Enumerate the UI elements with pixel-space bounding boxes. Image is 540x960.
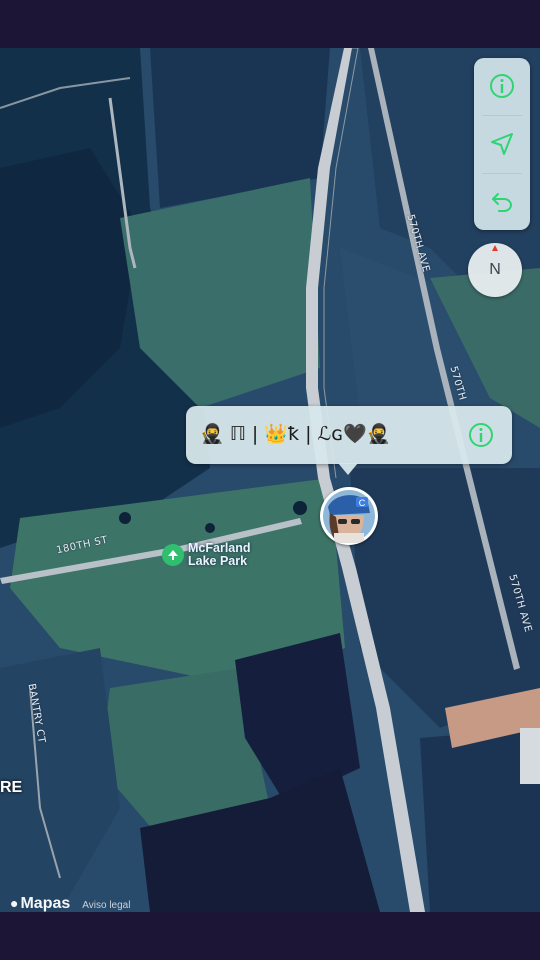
map-edge-label: RE: [0, 779, 23, 796]
legal-link[interactable]: Aviso legal: [82, 900, 130, 911]
callout-pointer: [338, 463, 358, 475]
satellite-map[interactable]: 180TH ST 570TH AVE 570TH 570TH AVE BANTR…: [0, 48, 540, 912]
map-controls-panel: [474, 58, 530, 230]
bottom-frame-bar: [0, 912, 540, 960]
svg-text:C: C: [359, 498, 366, 508]
info-icon: [490, 74, 514, 98]
info-icon: [469, 423, 493, 447]
location-callout[interactable]: 🥷 ℿ | 👑ꝁ | ℒɢ🖤🥷: [186, 406, 512, 464]
current-location-button[interactable]: [474, 116, 530, 172]
compass-needle-icon: [492, 245, 498, 251]
top-frame-bar: [0, 0, 540, 48]
apple-logo-icon: ●: [10, 895, 19, 911]
poi-mcfarland-lake-park[interactable]: McFarland Lake Park: [162, 542, 268, 568]
avatar-photo: C: [323, 490, 375, 543]
poi-name-line2: Lake Park: [188, 554, 248, 568]
info-button[interactable]: [474, 58, 530, 114]
poi-label: McFarland Lake Park: [188, 542, 268, 568]
compass-button[interactable]: N: [468, 243, 522, 297]
park-tree-icon: [162, 544, 184, 566]
location-arrow-icon: [491, 133, 513, 155]
back-button[interactable]: [474, 174, 530, 230]
user-avatar-pin[interactable]: C: [320, 487, 378, 545]
compass-label: N: [489, 261, 501, 278]
callout-user-name: 🥷 ℿ | 👑ꝁ | ℒɢ🖤🥷: [200, 423, 391, 445]
maps-logo: Mapas: [20, 895, 71, 912]
return-arrow-icon: [492, 193, 513, 212]
map-footer: ● Mapas Aviso legal: [10, 895, 130, 913]
callout-info-button[interactable]: [466, 420, 496, 450]
map-terrain: [0, 48, 540, 912]
